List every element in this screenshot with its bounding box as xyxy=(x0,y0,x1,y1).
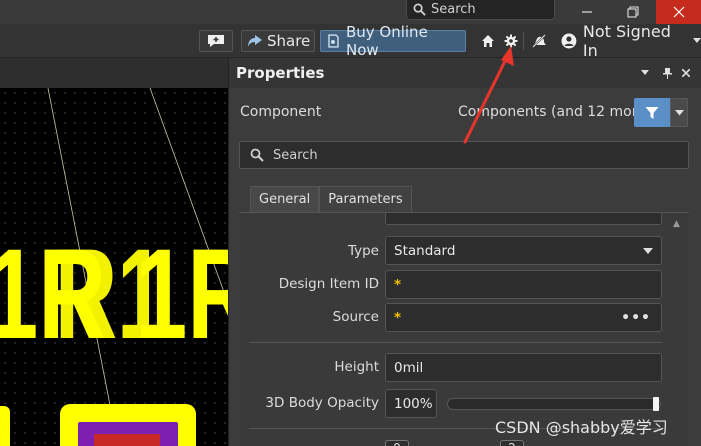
object-type-label: Component xyxy=(240,104,322,120)
pad xyxy=(0,406,10,446)
search-icon xyxy=(413,3,426,16)
source-field[interactable]: * ••• xyxy=(385,303,662,332)
properties-header: Properties xyxy=(229,58,701,88)
title-bar: Search xyxy=(0,0,701,24)
restore-icon xyxy=(627,6,639,18)
global-search-box[interactable]: Search xyxy=(406,0,555,20)
design-item-id-value: * xyxy=(394,276,402,293)
height-field[interactable]: 0mil xyxy=(385,353,662,382)
panel-close-button[interactable] xyxy=(679,66,693,80)
user-icon xyxy=(561,33,577,49)
body-opacity-slider[interactable] xyxy=(447,397,661,411)
height-value: 0mil xyxy=(394,359,424,376)
user-status-label: Not Signed In xyxy=(582,22,671,60)
slider-thumb[interactable] xyxy=(653,397,659,411)
chevron-down-icon xyxy=(693,38,701,43)
triangle-down-icon xyxy=(674,109,684,115)
gear-icon xyxy=(504,34,518,48)
triangle-down-icon xyxy=(641,70,649,75)
buy-online-label: Buy Online Now xyxy=(345,23,428,59)
properties-panel: Properties Component Components (and 12 … xyxy=(228,58,701,446)
body-opacity-value: 100% xyxy=(394,395,433,412)
height-label: Height xyxy=(334,359,379,375)
properties-search-placeholder: Search xyxy=(273,147,318,163)
close-icon xyxy=(682,69,690,77)
partial-field xyxy=(385,213,662,225)
designator-text: 1R xyxy=(135,223,228,366)
partial-spinner[interactable]: 2 xyxy=(500,440,524,446)
share-button[interactable]: Share xyxy=(241,30,315,52)
tab-parameters[interactable]: Parameters xyxy=(319,186,412,212)
tab-general[interactable]: General xyxy=(250,186,320,212)
bell-off-icon xyxy=(532,34,546,48)
partial-spinner[interactable]: 0 xyxy=(385,440,409,446)
chat-plus-icon xyxy=(208,35,224,47)
selection-summary: Components (and 12 more) xyxy=(458,104,652,120)
wallet-icon xyxy=(328,34,339,48)
type-select[interactable]: Standard xyxy=(385,236,662,265)
source-value: * xyxy=(394,309,402,326)
user-account-menu[interactable]: Not Signed In xyxy=(561,22,701,60)
properties-search-input[interactable]: Search xyxy=(239,141,689,169)
toolbar-separator xyxy=(523,32,524,50)
buy-online-button[interactable]: Buy Online Now xyxy=(320,23,466,59)
notifications-button[interactable] xyxy=(529,30,549,52)
share-arrow-icon xyxy=(248,35,262,47)
document-tab-strip xyxy=(0,58,228,88)
type-label: Type xyxy=(347,243,379,259)
body-opacity-label: 3D Body Opacity xyxy=(265,395,379,411)
section-divider xyxy=(249,342,662,343)
source-label: Source xyxy=(332,309,379,325)
source-browse-button[interactable]: ••• xyxy=(621,310,651,326)
feedback-button[interactable] xyxy=(199,30,233,52)
inner-pad xyxy=(94,434,160,446)
home-icon xyxy=(482,35,494,47)
properties-tabs: General Parameters xyxy=(250,186,412,212)
type-value: Standard xyxy=(394,242,456,259)
share-label: Share xyxy=(267,32,311,50)
main-toolbar: Share Buy Online Now Not Signed In xyxy=(0,22,701,60)
pcb-drawing: 1R R1 1R xyxy=(0,88,228,446)
general-tab-content: ▲ Type Standard Design Item ID * Source … xyxy=(239,212,689,446)
scroll-up-arrow[interactable]: ▲ xyxy=(673,219,680,229)
home-button[interactable] xyxy=(478,30,498,52)
panel-menu-button[interactable] xyxy=(638,66,652,80)
close-icon xyxy=(673,6,684,18)
close-window-button[interactable] xyxy=(656,0,701,24)
global-search-placeholder: Search xyxy=(431,2,476,17)
selection-filter-button[interactable] xyxy=(634,98,670,127)
design-item-id-field[interactable]: * xyxy=(385,270,662,299)
minimize-button[interactable] xyxy=(564,0,610,24)
panel-pin-button[interactable] xyxy=(660,66,674,80)
search-icon xyxy=(250,148,264,162)
body-opacity-field[interactable]: 100% xyxy=(385,389,437,418)
filter-funnel-icon xyxy=(645,106,659,119)
pin-icon xyxy=(662,67,672,79)
filter-dropdown-button[interactable] xyxy=(670,98,688,127)
watermark-text: CSDN @shabby爱学习 xyxy=(495,418,668,437)
dropdown-arrow-icon xyxy=(643,248,653,254)
pcb-canvas[interactable]: 1R R1 1R xyxy=(0,88,228,446)
restore-button[interactable] xyxy=(610,0,656,24)
minimize-icon xyxy=(582,11,592,13)
settings-button[interactable] xyxy=(501,30,521,52)
design-item-id-label: Design Item ID xyxy=(278,276,379,292)
panel-title: Properties xyxy=(236,64,325,82)
